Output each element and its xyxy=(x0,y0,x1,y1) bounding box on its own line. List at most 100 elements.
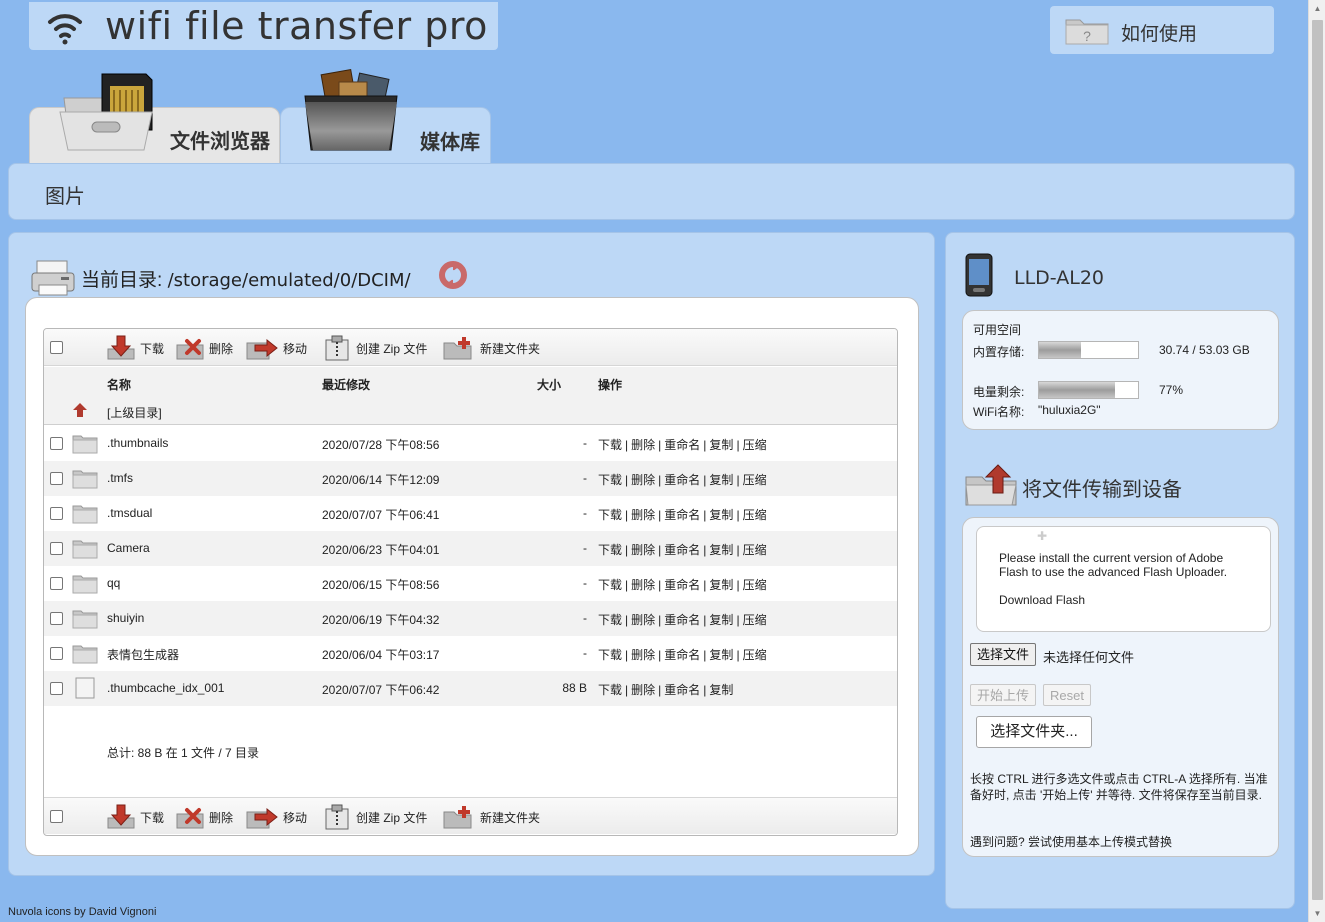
row-checkbox[interactable] xyxy=(50,472,63,485)
row-checkbox[interactable] xyxy=(50,682,63,695)
move-button[interactable]: 移动 xyxy=(245,335,307,361)
scroll-down-arrow-icon[interactable]: ▼ xyxy=(1309,905,1325,922)
move-button-bottom[interactable]: 移动 xyxy=(245,804,307,830)
page-scrollbar[interactable]: ▲ ▼ xyxy=(1308,0,1325,922)
start-upload-button[interactable]: 开始上传 xyxy=(970,684,1037,706)
action-delete-link[interactable]: 删除 xyxy=(631,613,655,627)
action-rename-link[interactable]: 重命名 xyxy=(664,438,700,452)
action-delete-link[interactable]: 删除 xyxy=(631,473,655,487)
download-flash-link[interactable]: Download Flash xyxy=(999,593,1085,607)
action-rename-link[interactable]: 重命名 xyxy=(664,648,700,662)
reset-button[interactable]: Reset xyxy=(1043,684,1091,706)
new-folder-button[interactable]: 新建文件夹 xyxy=(442,335,540,361)
action-compress-link[interactable]: 压缩 xyxy=(743,508,767,522)
create-zip-button-bottom[interactable]: 创建 Zip 文件 xyxy=(322,804,427,830)
action-copy-link[interactable]: 复制 xyxy=(709,683,733,697)
row-checkbox[interactable] xyxy=(50,437,63,450)
column-size-header[interactable]: 大小 xyxy=(537,376,561,393)
new-folder-button-bottom[interactable]: 新建文件夹 xyxy=(442,804,540,830)
action-compress-link[interactable]: 压缩 xyxy=(743,613,767,627)
row-checkbox[interactable] xyxy=(50,612,63,625)
action-compress-link[interactable]: 压缩 xyxy=(743,473,767,487)
file-name[interactable]: qq xyxy=(107,576,120,590)
action-delete-link[interactable]: 删除 xyxy=(631,438,655,452)
up-arrow-icon xyxy=(73,403,87,417)
file-name[interactable]: .tmsdual xyxy=(107,506,152,520)
row-checkbox[interactable] xyxy=(50,577,63,590)
choose-folder-button[interactable]: 选择文件夹... xyxy=(976,716,1092,748)
basic-upload-link[interactable]: 遇到问题? 尝试使用基本上传模式替换 xyxy=(970,833,1172,850)
action-rename-link[interactable]: 重命名 xyxy=(664,543,700,557)
create-zip-button[interactable]: 创建 Zip 文件 xyxy=(322,335,427,361)
action-copy-link[interactable]: 复制 xyxy=(709,578,733,592)
row-checkbox[interactable] xyxy=(50,507,63,520)
scroll-thumb[interactable] xyxy=(1312,20,1323,900)
tab-file-browser[interactable]: 文件浏览器 xyxy=(29,73,280,163)
action-compress-link[interactable]: 压缩 xyxy=(743,578,767,592)
tab-media-library[interactable]: 媒体库 xyxy=(280,68,491,164)
action-copy-link[interactable]: 复制 xyxy=(709,438,733,452)
action-rename-link[interactable]: 重命名 xyxy=(664,578,700,592)
action-copy-link[interactable]: 复制 xyxy=(709,473,733,487)
action-download-link[interactable]: 下载 xyxy=(598,438,622,452)
action-compress-link[interactable]: 压缩 xyxy=(743,648,767,662)
action-separator: | xyxy=(658,613,662,627)
action-delete-link[interactable]: 删除 xyxy=(631,508,655,522)
help-button[interactable]: ? 如何使用 xyxy=(1050,6,1274,54)
action-rename-link[interactable]: 重命名 xyxy=(664,473,700,487)
delete-button-bottom[interactable]: 删除 xyxy=(175,804,233,830)
row-actions: 下载 | 删除 | 重命名 | 复制 | 压缩 xyxy=(598,646,767,663)
column-name-header[interactable]: 名称 xyxy=(107,376,131,393)
upload-header: 将文件传输到设备 xyxy=(964,463,1182,510)
action-copy-link[interactable]: 复制 xyxy=(709,648,733,662)
row-checkbox[interactable] xyxy=(50,647,63,660)
download-button[interactable]: 下载 xyxy=(106,335,164,361)
action-download-link[interactable]: 下载 xyxy=(598,473,622,487)
app-title: wifi file transfer pro xyxy=(105,4,488,48)
choose-file-button[interactable]: 选择文件 xyxy=(970,643,1037,666)
file-name[interactable]: .tmfs xyxy=(107,471,133,485)
action-compress-link[interactable]: 压缩 xyxy=(743,438,767,452)
action-delete-link[interactable]: 删除 xyxy=(631,543,655,557)
action-download-link[interactable]: 下载 xyxy=(598,543,622,557)
action-copy-link[interactable]: 复制 xyxy=(709,508,733,522)
action-copy-link[interactable]: 复制 xyxy=(709,543,733,557)
action-delete-link[interactable]: 删除 xyxy=(631,578,655,592)
no-file-selected-text: 未选择任何文件 xyxy=(1043,650,1135,665)
refresh-icon[interactable] xyxy=(437,259,469,291)
delete-button[interactable]: 删除 xyxy=(175,335,233,361)
file-name[interactable]: 表情包生成器 xyxy=(107,646,179,663)
action-delete-link[interactable]: 删除 xyxy=(631,683,655,697)
row-actions: 下载 | 删除 | 重命名 | 复制 | 压缩 xyxy=(598,436,767,453)
action-separator: | xyxy=(703,508,707,522)
row-checkbox[interactable] xyxy=(50,542,63,555)
action-download-link[interactable]: 下载 xyxy=(598,578,622,592)
action-separator: | xyxy=(658,508,662,522)
download-button-bottom[interactable]: 下载 xyxy=(106,804,164,830)
row-actions: 下载 | 删除 | 重命名 | 复制 | 压缩 xyxy=(598,506,767,523)
action-compress-link[interactable]: 压缩 xyxy=(743,543,767,557)
action-separator: | xyxy=(658,578,662,592)
scroll-up-arrow-icon[interactable]: ▲ xyxy=(1309,0,1325,17)
action-copy-link[interactable]: 复制 xyxy=(709,613,733,627)
breadcrumb-label[interactable]: 图片 xyxy=(45,180,85,209)
parent-directory-link[interactable]: [上级目录] xyxy=(44,400,897,422)
file-name[interactable]: shuiyin xyxy=(107,611,144,625)
action-delete-link[interactable]: 删除 xyxy=(631,648,655,662)
file-name[interactable]: .thumbcache_idx_001 xyxy=(107,681,224,695)
action-separator: | xyxy=(736,613,740,627)
upload-folder-icon xyxy=(965,464,1017,506)
select-all-checkbox-bottom[interactable] xyxy=(50,810,63,823)
column-modified-header[interactable]: 最近修改 xyxy=(322,376,370,393)
action-download-link[interactable]: 下载 xyxy=(598,683,622,697)
select-all-checkbox[interactable] xyxy=(50,341,63,354)
action-rename-link[interactable]: 重命名 xyxy=(664,508,700,522)
action-download-link[interactable]: 下载 xyxy=(598,508,622,522)
file-name[interactable]: .thumbnails xyxy=(107,436,168,450)
action-download-link[interactable]: 下载 xyxy=(598,613,622,627)
action-rename-link[interactable]: 重命名 xyxy=(664,613,700,627)
table-row: .tmsdual 2020/07/07 下午06:41- 下载 | 删除 | 重命名 | 复制 |… xyxy=(44,496,897,531)
file-name[interactable]: Camera xyxy=(107,541,150,555)
action-rename-link[interactable]: 重命名 xyxy=(664,683,700,697)
action-download-link[interactable]: 下载 xyxy=(598,648,622,662)
